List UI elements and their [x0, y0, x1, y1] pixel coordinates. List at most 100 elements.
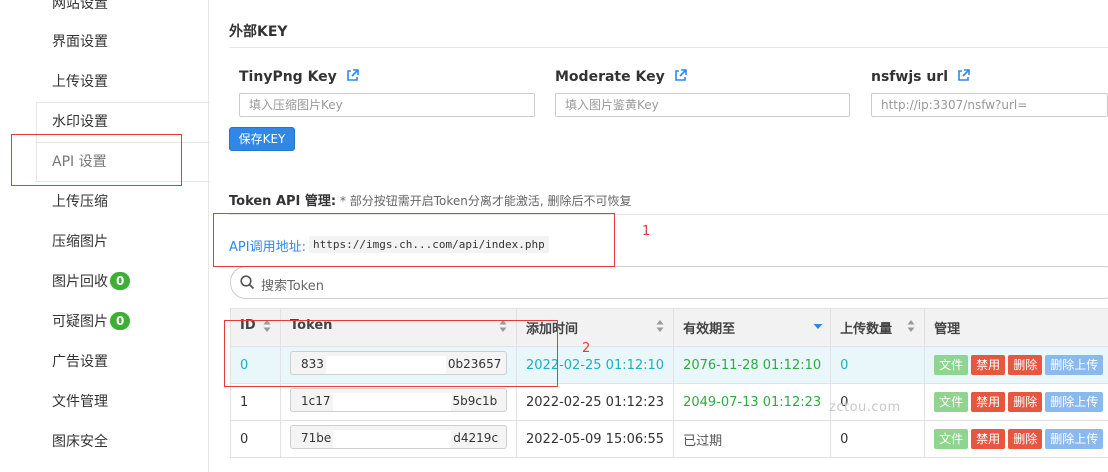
column-header-upload-count[interactable]: 上传数量: [830, 308, 926, 347]
delete-uploads-button[interactable]: 删除上传: [1045, 392, 1104, 412]
sidebar-item-api-settings[interactable]: API 设置: [52, 152, 107, 172]
file-button[interactable]: 文件: [934, 429, 969, 449]
ban-button[interactable]: 禁用: [971, 392, 1006, 412]
sidebar-item-label: 图床安全: [52, 434, 108, 450]
sidebar-item-host-security[interactable]: 图床安全: [52, 432, 108, 452]
app-root: 网站设置 界面设置 上传设置 水印设置 API 设置 上传压缩 压缩图片 图片回…: [0, 0, 1108, 472]
token-field[interactable]: 71be d4219c: [290, 425, 507, 449]
count-badge: 0: [110, 312, 131, 330]
token-start: 1c17: [301, 394, 331, 408]
sidebar-item-label: 图片回收: [52, 274, 108, 290]
cell-added-time: 2022-05-09 15:06:55: [515, 420, 675, 458]
sort-desc-icon: [813, 319, 823, 337]
watermark: zctou.com: [829, 400, 901, 415]
column-header-token[interactable]: Token: [280, 308, 517, 347]
delete-button[interactable]: 删除: [1008, 429, 1043, 449]
column-header-expires[interactable]: 有效期至: [673, 308, 832, 347]
cell-id: 1: [230, 383, 281, 421]
token-start: 833: [301, 357, 324, 371]
field-label: Moderate Key: [555, 69, 665, 85]
cell-token: 833 0b23657: [280, 346, 517, 384]
save-key-button[interactable]: 保存KEY: [229, 127, 295, 151]
external-link-icon[interactable]: [957, 69, 970, 86]
token-redaction: [325, 355, 446, 374]
sidebar-item-label: 可疑图片: [52, 314, 108, 330]
delete-button[interactable]: 删除: [1008, 355, 1043, 375]
sidebar-item-compress-images[interactable]: 压缩图片: [52, 232, 108, 252]
cell-id: 0: [230, 346, 281, 384]
ban-button[interactable]: 禁用: [971, 429, 1006, 449]
cell-token: 71be d4219c: [280, 420, 517, 458]
sidebar-item-label: 文件管理: [52, 394, 108, 410]
cell-expires: 已过期: [673, 420, 832, 458]
annotation-number: 2: [582, 341, 591, 356]
sidebar-item-label: 界面设置: [52, 34, 108, 50]
token-field[interactable]: 833 0b23657: [290, 351, 507, 375]
sidebar-item-label: 网站设置: [52, 0, 108, 12]
sort-icon: [907, 319, 915, 337]
count-badge: 0: [110, 272, 131, 290]
file-button[interactable]: 文件: [934, 392, 969, 412]
tinypng-key-input[interactable]: [239, 93, 535, 117]
external-link-icon[interactable]: [346, 69, 359, 86]
nsfwjs-url-input[interactable]: [871, 93, 1108, 117]
cell-upload-count: 0: [830, 420, 926, 458]
sidebar-item-upload-settings[interactable]: 上传设置: [52, 72, 108, 92]
sidebar-item-upload-compress[interactable]: 上传压缩: [52, 192, 108, 212]
annotation-number: 1: [642, 224, 651, 239]
ban-button[interactable]: 禁用: [971, 355, 1006, 375]
cell-manage: 文件 禁用 删除 删除上传: [924, 383, 1108, 421]
token-end: 5b9c1b: [452, 394, 498, 408]
table-header-row: ID Token 添加时间 有效期至 上传数量 管理: [230, 308, 1108, 347]
cell-manage: 文件 禁用 删除 删除上传: [924, 346, 1108, 384]
token-api-title: Token API 管理:: [229, 194, 337, 209]
cell-token: 1c17 5b9c1b: [280, 383, 517, 421]
divider: [229, 214, 1108, 215]
field-label: nsfwjs url: [871, 69, 948, 85]
cell-upload-count: 0: [830, 346, 926, 384]
token-api-heading: Token API 管理: * 部分按钮需开启Token分离才能激活, 删除后不…: [229, 190, 632, 209]
token-redaction: [333, 429, 452, 448]
column-header-label: 有效期至: [683, 322, 736, 337]
sidebar-item-label: 压缩图片: [52, 234, 108, 250]
search-placeholder: 搜索Token: [261, 279, 324, 294]
sort-icon: [499, 319, 507, 337]
sidebar-item-label: 广告设置: [52, 354, 108, 370]
api-url-label: API调用地址:: [229, 240, 306, 255]
column-header-id[interactable]: ID: [230, 308, 281, 347]
divider: [229, 47, 1108, 48]
table-row: 1 1c17 5b9c1b 2022-02-25 01:12:23 2049-07…: [230, 383, 1108, 421]
sidebar-item-ad-settings[interactable]: 广告设置: [52, 352, 108, 372]
field-label: TinyPng Key: [239, 69, 337, 85]
cell-added-time: 2022-02-25 01:12:10: [515, 346, 675, 384]
cell-manage: 文件 禁用 删除 删除上传: [924, 420, 1108, 458]
token-field[interactable]: 1c17 5b9c1b: [290, 388, 507, 412]
delete-uploads-button[interactable]: 删除上传: [1045, 429, 1104, 449]
cell-expires: 2076-11-28 01:12:10: [673, 346, 832, 384]
sidebar-item-site-settings[interactable]: 网站设置: [52, 0, 108, 14]
moderate-key-input[interactable]: [555, 93, 850, 117]
column-header-label: Token: [290, 318, 333, 333]
sidebar-item-watermark-settings[interactable]: 水印设置: [52, 112, 108, 132]
token-end: d4219c: [453, 431, 499, 445]
section-title-external-key: 外部KEY: [229, 24, 288, 40]
delete-uploads-button[interactable]: 删除上传: [1045, 355, 1104, 375]
file-button[interactable]: 文件: [934, 355, 969, 375]
token-start: 71be: [301, 431, 332, 445]
sidebar-item-label: 水印设置: [52, 114, 108, 130]
token-search-input[interactable]: 搜索Token: [230, 266, 1108, 299]
sidebar-item-file-management[interactable]: 文件管理: [52, 392, 108, 412]
delete-button[interactable]: 删除: [1008, 392, 1043, 412]
sidebar-item-image-recycle[interactable]: 图片回收 0: [52, 272, 131, 292]
sidebar-item-suspicious-images[interactable]: 可疑图片 0: [52, 312, 131, 332]
sort-icon: [263, 319, 271, 337]
search-icon: [240, 275, 255, 294]
column-header-added-time[interactable]: 添加时间: [515, 308, 675, 347]
token-api-note: * 部分按钮需开启Token分离才能激活, 删除后不可恢复: [339, 194, 632, 208]
table-row: 0 833 0b23657 2022-02-25 01:12:10 2076-11…: [230, 346, 1108, 384]
column-header-label: 上传数量: [840, 322, 893, 337]
external-link-icon[interactable]: [674, 69, 687, 86]
cell-added-time: 2022-02-25 01:12:23: [515, 383, 675, 421]
column-header-label: 管理: [934, 322, 961, 337]
sidebar-item-ui-settings[interactable]: 界面设置: [52, 32, 108, 52]
